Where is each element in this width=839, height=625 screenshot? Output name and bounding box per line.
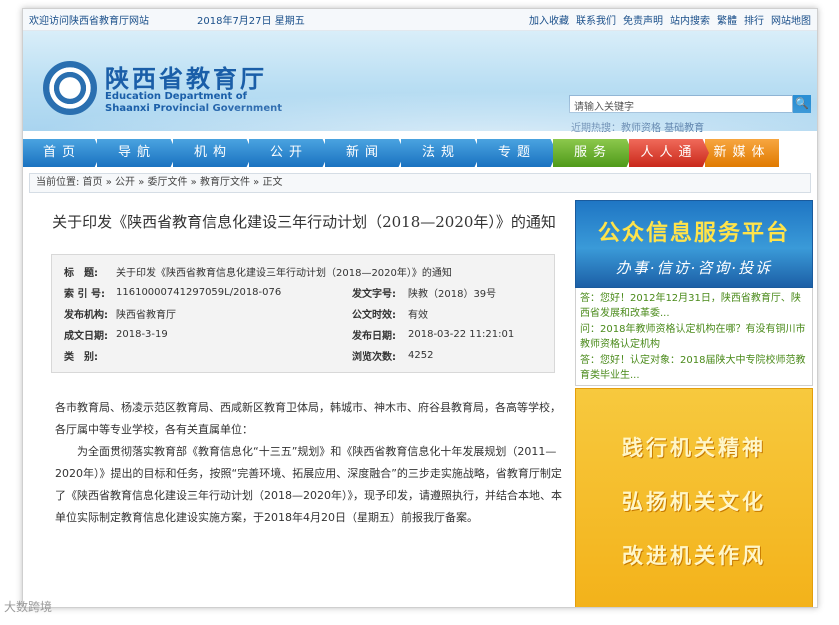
article-body: 各市教育局、杨凌示范区教育局、西咸新区教育卫体局，韩城市、神木市、府谷县教育局，… xyxy=(55,397,563,529)
nav-new-media[interactable]: 新媒体 xyxy=(705,139,779,167)
link-sitemap[interactable]: 网站地图 xyxy=(771,12,811,27)
public-service-banner[interactable]: 公众信息服务平台 办事·信访·咨询·投诉 xyxy=(575,200,813,288)
link-ranking[interactable]: 排行 xyxy=(744,12,764,27)
meta-label: 成文日期: xyxy=(64,331,108,342)
nav-everyone[interactable]: 人人通 xyxy=(629,139,709,167)
site-logo-title[interactable]: 陕西省教育厅 xyxy=(105,59,267,94)
logo-en-line-2: Shaanxi Provincial Government xyxy=(105,103,283,114)
article-paragraph: 各市教育局、杨凌示范区教育局、西咸新区教育卫体局，韩城市、神木市、府谷县教育局，… xyxy=(55,401,561,436)
department-emblem-icon[interactable] xyxy=(43,61,97,115)
slogan-line: 弘扬机关文化 xyxy=(622,489,766,514)
meta-label: 标 题: xyxy=(64,268,98,279)
nav-home[interactable]: 首页 xyxy=(23,139,101,167)
browser-frame: 欢迎访问陕西省教育厅网站 2018年7月27日 星期五 加入收藏 联系我们 免责… xyxy=(22,8,818,608)
top-bar: 欢迎访问陕西省教育厅网站 2018年7月27日 星期五 加入收藏 联系我们 免责… xyxy=(23,9,817,31)
meta-label: 类 别: xyxy=(64,352,98,363)
meta-label: 发文字号: xyxy=(352,289,396,300)
watermark: 大数跨境 xyxy=(4,600,53,614)
site-logo-subtitle: Education Department of Shaanxi Provinci… xyxy=(105,91,282,115)
main-nav: 首页 导航 机构 公开 新闻 法规 专题 服务 人人通 新媒体 xyxy=(23,139,817,167)
slogan-line: 践行机关精神 xyxy=(622,435,766,460)
sidebar: 公众信息服务平台 办事·信访·咨询·投诉 答：您好！2012年12月31日，陕西… xyxy=(575,200,813,607)
qa-item[interactable]: 答：您好！认定对象：2018届陕大中专院校师范教育类毕业生... xyxy=(580,353,808,383)
meta-value: 11610000741297059L/2018-076 xyxy=(116,287,282,298)
slogan-line: 改进机关作风 xyxy=(622,543,766,568)
meta-value: 4252 xyxy=(408,350,434,361)
article-paragraph: 为全面贯彻落实教育部《教育信息化“十三五”规划》和《陕西省教育信息化十年发展规划… xyxy=(55,445,562,524)
meta-row: 标 题: 关于印发《陕西省教育信息化建设三年行动计划（2018—2020年）》的… xyxy=(64,261,544,282)
link-contact[interactable]: 联系我们 xyxy=(576,12,616,27)
slogan-banner[interactable]: 践行机关精神 弘扬机关文化 改进机关作风 xyxy=(575,388,813,607)
hot-search[interactable]: 近期热搜：教师资格 基础教育 xyxy=(571,119,704,134)
breadcrumb: 当前位置: 首页 » 公开 » 委厅文件 » 教育厅文件 » 正文 xyxy=(29,173,811,193)
site-header: 陕西省教育厅 Education Department of Shaanxi P… xyxy=(23,31,817,134)
top-links: 加入收藏 联系我们 免责声明 站内搜索 繁體 排行 网站地图 xyxy=(529,12,811,27)
nav-services[interactable]: 服务 xyxy=(553,139,633,167)
meta-label: 索 引 号: xyxy=(64,289,105,300)
document-meta-table: 标 题: 关于印发《陕西省教育信息化建设三年行动计划（2018—2020年）》的… xyxy=(51,254,555,373)
search-input[interactable]: 请输入关键字 xyxy=(569,95,793,113)
banner-title: 公众信息服务平台 xyxy=(597,221,790,246)
link-site-search[interactable]: 站内搜索 xyxy=(670,12,710,27)
meta-label: 发布机构: xyxy=(64,310,108,321)
meta-value: 陕教（2018）39号 xyxy=(408,289,497,300)
current-date: 2018年7月27日 星期五 xyxy=(197,16,305,27)
welcome-text: 欢迎访问陕西省教育厅网站 xyxy=(29,16,149,27)
nav-institutions[interactable]: 机构 xyxy=(173,139,253,167)
qa-list: 答：您好！2012年12月31日，陕西省教育厅、陕西省发展和改革委... 问：2… xyxy=(575,288,813,386)
meta-value: 有效 xyxy=(408,310,428,321)
meta-value: 2018-3-19 xyxy=(116,329,168,340)
qa-item[interactable]: 答：您好！2012年12月31日，陕西省教育厅、陕西省发展和改革委... xyxy=(580,291,808,321)
nav-regulations[interactable]: 法规 xyxy=(401,139,481,167)
logo-en-line-1: Education Department of xyxy=(105,91,247,102)
link-bookmark[interactable]: 加入收藏 xyxy=(529,12,569,27)
meta-value: 2018-03-22 11:21:01 xyxy=(408,329,515,340)
search-icon[interactable]: 🔍 xyxy=(793,95,811,113)
nav-guide[interactable]: 导航 xyxy=(97,139,177,167)
meta-label: 浏览次数: xyxy=(352,352,396,363)
article-title: 关于印发《陕西省教育信息化建设三年行动计划（2018—2020年）》的通知 xyxy=(52,213,556,231)
nav-public[interactable]: 公开 xyxy=(249,139,329,167)
meta-value: 陕西省教育厅 xyxy=(116,310,176,321)
meta-row: 成文日期: 2018-3-19 发布日期: 2018-03-22 11:21:0… xyxy=(64,324,544,345)
meta-value: 关于印发《陕西省教育信息化建设三年行动计划（2018—2020年）》的通知 xyxy=(116,268,452,279)
meta-row: 索 引 号: 11610000741297059L/2018-076 发文字号:… xyxy=(64,282,544,303)
meta-row: 类 别: 浏览次数: 4252 xyxy=(64,345,544,366)
meta-label: 公文时效: xyxy=(352,310,396,321)
article-panel: 关于印发《陕西省教育信息化建设三年行动计划（2018—2020年）》的通知 标 … xyxy=(37,197,571,529)
qa-item[interactable]: 问：2018年教师资格认定机构在哪？有没有铜川市教师资格认定机构 xyxy=(580,322,808,352)
meta-label: 发布日期: xyxy=(352,331,396,342)
link-traditional[interactable]: 繁體 xyxy=(717,12,737,27)
banner-subtitle: 办事·信访·咨询·投诉 xyxy=(615,259,773,277)
meta-row: 发布机构: 陕西省教育厅 公文时效: 有效 xyxy=(64,303,544,324)
nav-topics[interactable]: 专题 xyxy=(477,139,557,167)
link-disclaimer[interactable]: 免责声明 xyxy=(623,12,663,27)
nav-news[interactable]: 新闻 xyxy=(325,139,405,167)
